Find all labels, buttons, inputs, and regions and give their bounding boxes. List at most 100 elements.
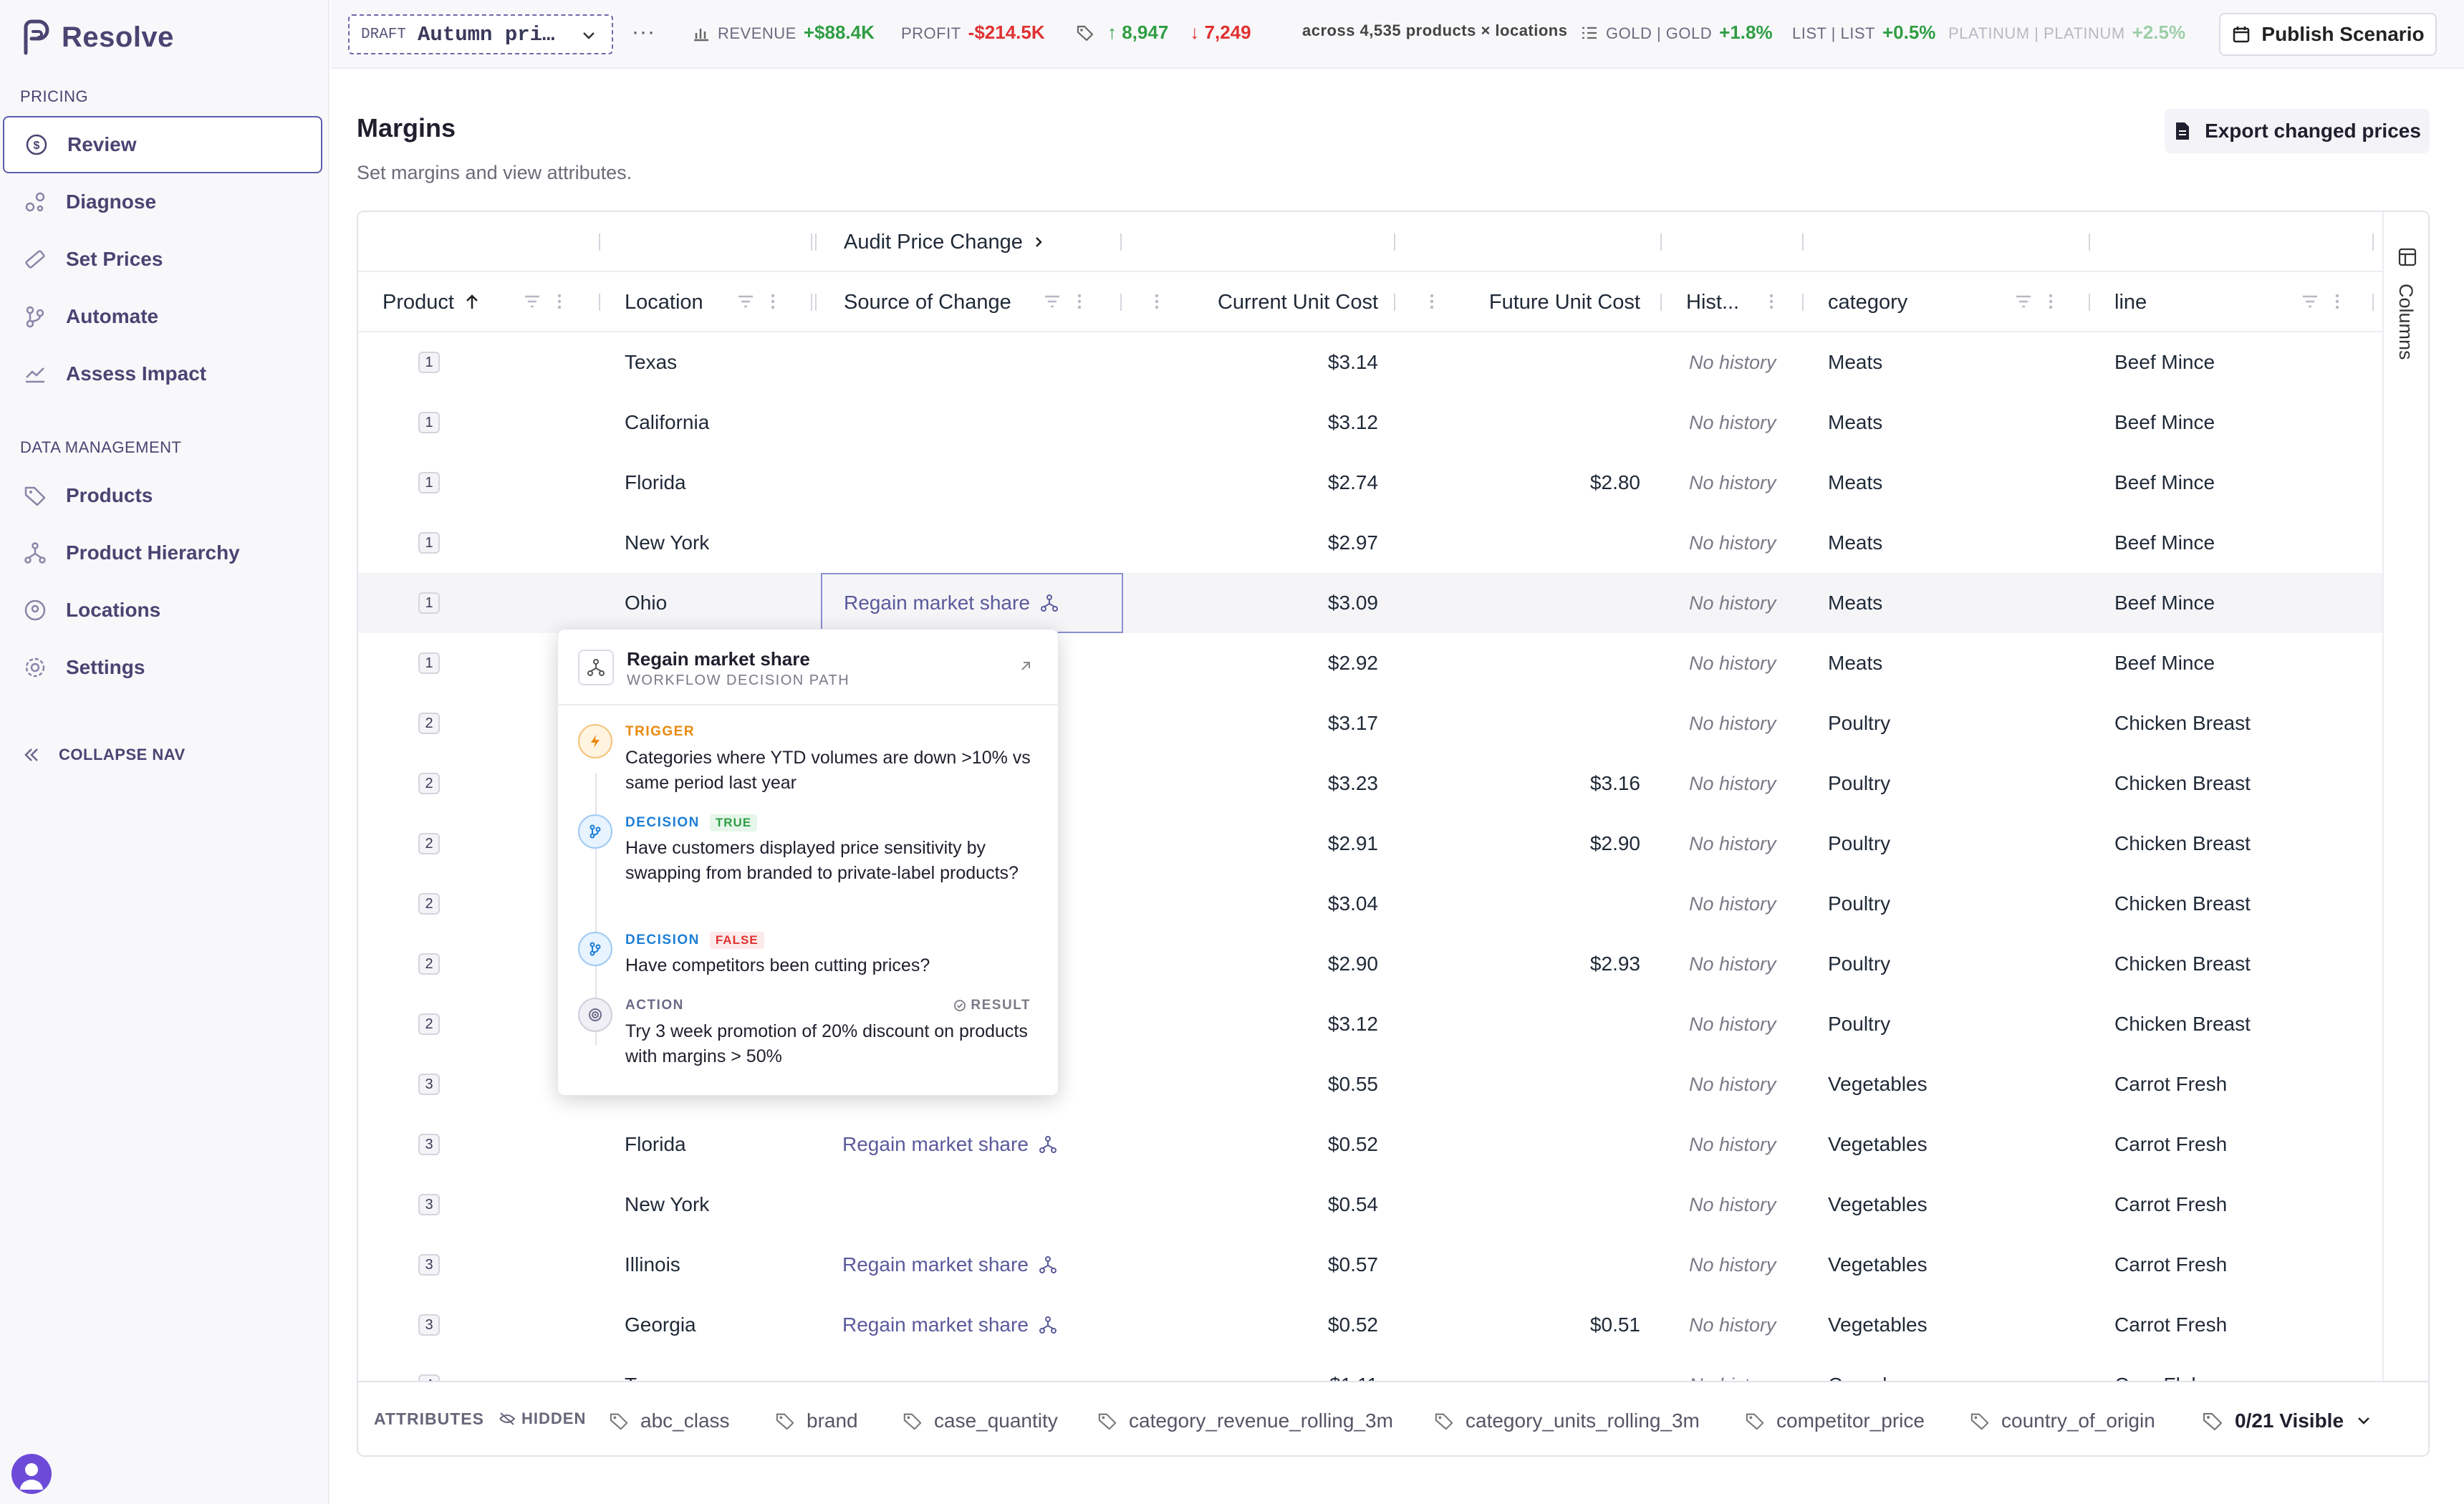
current-unit-cost-cell[interactable]: $2.90 [1175, 934, 1378, 994]
table-row[interactable]: 3 Illinois Regain market share $0.57 No hist… [358, 1235, 2382, 1295]
current-unit-cost-cell[interactable]: $2.92 [1175, 633, 1378, 693]
future-unit-cost-cell[interactable] [1447, 874, 1640, 934]
collapse-nav-button[interactable]: COLLAPSE NAV [21, 745, 186, 765]
current-unit-cost-cell[interactable]: $3.14 [1175, 332, 1378, 392]
future-unit-cost-cell[interactable]: $2.90 [1447, 814, 1640, 874]
nav-item-diagnose[interactable]: Diagnose [3, 173, 322, 231]
column-menu-icon[interactable] [2049, 292, 2053, 311]
future-unit-cost-cell[interactable] [1447, 1114, 1640, 1175]
current-unit-cost-cell[interactable]: $2.74 [1175, 453, 1378, 513]
future-unit-cost-cell[interactable]: $0.51 [1447, 1295, 1640, 1355]
filter-icon[interactable] [2301, 292, 2319, 311]
future-unit-cost-cell[interactable] [1447, 332, 1640, 392]
table-row[interactable]: 1 New York $2.97 No history Meats Beef Mince [358, 513, 2382, 573]
current-unit-cost-cell[interactable]: $0.54 [1175, 1175, 1378, 1235]
column-header-category[interactable]: category [1828, 272, 1907, 332]
column-header-line[interactable]: line [2114, 272, 2147, 332]
future-unit-cost-cell[interactable] [1447, 392, 1640, 453]
source-of-change-link[interactable]: Regain market share [842, 1253, 1029, 1276]
table-row[interactable]: 1 California $3.12 No history Meats Beef Minc… [358, 392, 2382, 453]
future-unit-cost-cell[interactable] [1447, 573, 1640, 633]
nav-item-set-prices[interactable]: Set Prices [3, 231, 322, 288]
visible-attributes-selector[interactable]: 0/21 Visible [2202, 1409, 2372, 1432]
column-menu-icon[interactable] [1769, 292, 1774, 311]
attribute-chip[interactable]: category_revenue_rolling_3m [1097, 1409, 1393, 1432]
current-unit-cost-cell[interactable]: $2.91 [1175, 814, 1378, 874]
current-unit-cost-cell[interactable]: $0.52 [1175, 1295, 1378, 1355]
current-unit-cost-cell[interactable]: $3.12 [1175, 994, 1378, 1054]
columns-side-panel-toggle[interactable]: Columns [2382, 212, 2428, 1381]
nav-item-locations[interactable]: Locations [3, 582, 322, 639]
future-unit-cost-cell[interactable]: $2.80 [1447, 453, 1640, 513]
column-header-history[interactable]: Hist... [1686, 272, 1739, 332]
table-row[interactable]: 4 Texas $1.11 No history Cereals Corn Flakes [358, 1355, 2382, 1381]
column-header-location[interactable]: Location [625, 272, 703, 332]
current-unit-cost-cell[interactable]: $3.09 [1175, 573, 1378, 633]
current-unit-cost-cell[interactable]: $3.12 [1175, 392, 1378, 453]
current-unit-cost-cell[interactable]: $0.57 [1175, 1235, 1378, 1295]
table-row[interactable]: 3 Florida Regain market share $0.52 No histo… [358, 1114, 2382, 1175]
current-unit-cost-cell[interactable]: $1.11 [1175, 1355, 1378, 1381]
column-menu-icon[interactable] [1155, 292, 1159, 311]
current-unit-cost-cell[interactable]: $3.17 [1175, 693, 1378, 753]
scenario-selector[interactable]: DRAFT Autumn pri… [348, 14, 613, 54]
filter-icon[interactable] [2014, 292, 2033, 311]
current-unit-cost-cell[interactable]: $0.55 [1175, 1054, 1378, 1114]
nav-item-settings[interactable]: Settings [3, 639, 322, 696]
column-header-future-unit-cost[interactable]: Future Unit Cost [1447, 272, 1640, 332]
column-menu-icon[interactable] [771, 292, 775, 311]
attribute-chip[interactable]: country_of_origin [1970, 1409, 2155, 1432]
filter-icon[interactable] [736, 292, 755, 311]
attribute-chip[interactable]: competitor_price [1745, 1409, 1925, 1432]
column-menu-icon[interactable] [1077, 292, 1082, 311]
future-unit-cost-cell[interactable] [1447, 693, 1640, 753]
current-unit-cost-cell[interactable]: $2.97 [1175, 513, 1378, 573]
nav-item-products[interactable]: Products [3, 467, 322, 524]
open-external-icon[interactable] [1018, 658, 1034, 674]
source-of-change-cell[interactable]: Regain market share [821, 573, 1123, 633]
hidden-toggle[interactable]: HIDDEN [499, 1409, 586, 1428]
future-unit-cost-cell[interactable] [1447, 1054, 1640, 1114]
more-options-button[interactable]: ··· [632, 20, 655, 44]
table-row[interactable]: 3 Georgia Regain market share $0.52 $0.51 No … [358, 1295, 2382, 1355]
nav-item-automate[interactable]: Automate [3, 288, 322, 345]
source-of-change-cell[interactable]: Regain market share [821, 1295, 1123, 1355]
brand[interactable]: Resolve [20, 17, 174, 57]
source-of-change-link[interactable]: Regain market share [842, 1313, 1029, 1336]
current-unit-cost-cell[interactable]: $0.52 [1175, 1114, 1378, 1175]
future-unit-cost-cell[interactable] [1447, 513, 1640, 573]
future-unit-cost-cell[interactable] [1447, 1355, 1640, 1381]
attribute-chip[interactable]: case_quantity [903, 1409, 1058, 1432]
filter-icon[interactable] [1043, 292, 1062, 311]
audit-price-change-group[interactable]: Audit Price Change [844, 212, 1046, 272]
nav-item-review[interactable]: $ Review [3, 116, 322, 173]
column-menu-icon[interactable] [557, 292, 562, 311]
source-of-change-cell[interactable]: Regain market share [821, 1114, 1123, 1175]
future-unit-cost-cell[interactable] [1447, 994, 1640, 1054]
filter-icon[interactable] [523, 292, 542, 311]
column-menu-icon[interactable] [2335, 292, 2339, 311]
column-header-product[interactable]: Product [382, 272, 480, 332]
source-of-change-link[interactable]: Regain market share [842, 1133, 1029, 1156]
source-of-change-link[interactable]: Regain market share [844, 592, 1030, 614]
attribute-chip[interactable]: abc_class [609, 1409, 730, 1432]
source-of-change-cell[interactable]: Regain market share [821, 1235, 1123, 1295]
publish-scenario-button[interactable]: Publish Scenario [2219, 13, 2437, 56]
future-unit-cost-cell[interactable]: $2.93 [1447, 934, 1640, 994]
future-unit-cost-cell[interactable]: $3.16 [1447, 753, 1640, 814]
current-unit-cost-cell[interactable]: $3.23 [1175, 753, 1378, 814]
table-row[interactable]: 1 Florida $2.74 $2.80 No history Meats Beef Mi… [358, 453, 2382, 513]
attribute-chip[interactable]: category_units_rolling_3m [1434, 1409, 1700, 1432]
table-row[interactable]: 3 New York $0.54 No history Vegetables Carrot… [358, 1175, 2382, 1235]
column-header-source-of-change[interactable]: Source of Change [844, 272, 1011, 332]
table-row[interactable]: 1 Texas $3.14 No history Meats Beef Mince [358, 332, 2382, 392]
attribute-chip[interactable]: brand [775, 1409, 858, 1432]
column-header-current-unit-cost[interactable]: Current Unit Cost [1175, 272, 1378, 332]
column-menu-icon[interactable] [1430, 292, 1434, 311]
export-changed-prices-button[interactable]: Export changed prices [2165, 109, 2430, 153]
user-avatar[interactable] [11, 1454, 52, 1494]
nav-item-assess-impact[interactable]: Assess Impact [3, 345, 322, 402]
future-unit-cost-cell[interactable] [1447, 633, 1640, 693]
future-unit-cost-cell[interactable] [1447, 1235, 1640, 1295]
current-unit-cost-cell[interactable]: $3.04 [1175, 874, 1378, 934]
